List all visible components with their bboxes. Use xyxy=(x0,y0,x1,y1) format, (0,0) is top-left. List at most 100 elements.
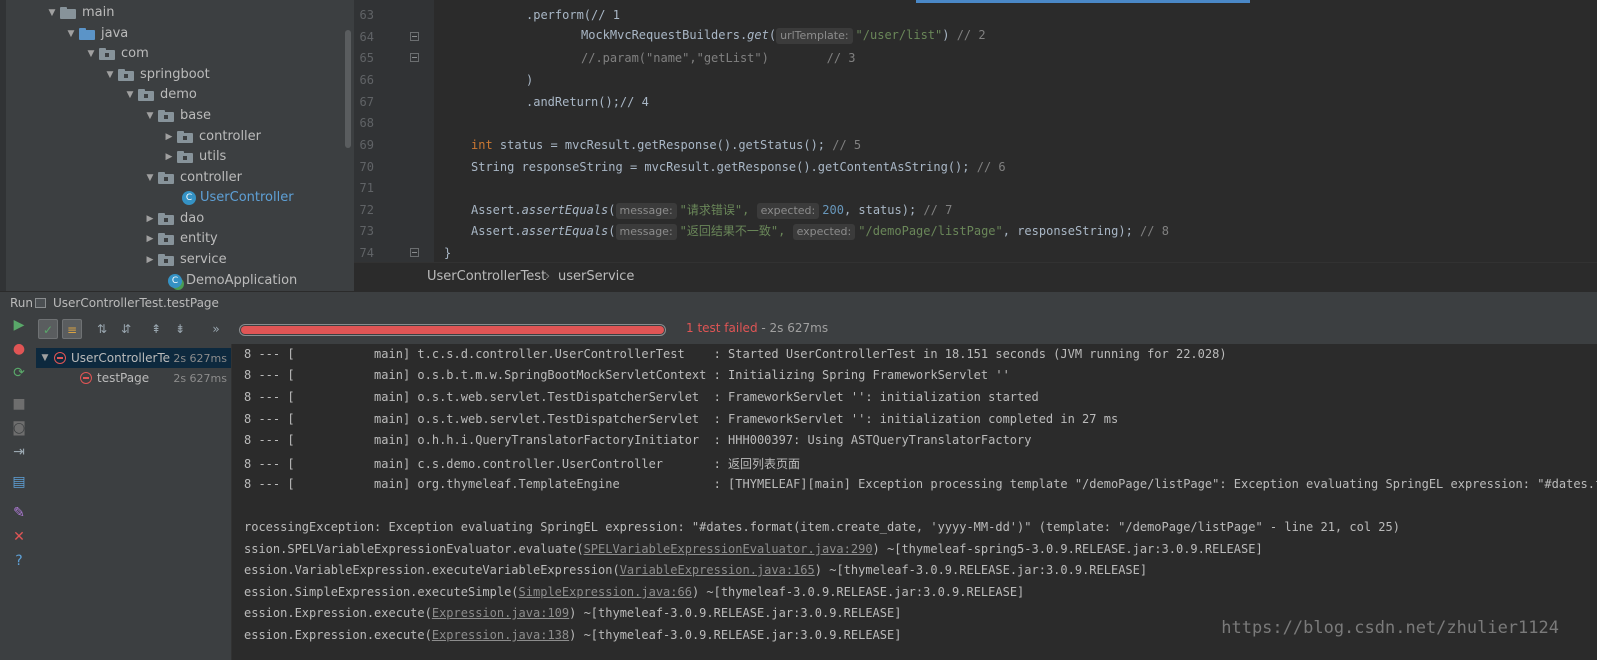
tree-item-com[interactable]: ▼ com xyxy=(83,43,149,64)
rerun-icon[interactable]: ▶ xyxy=(11,317,27,333)
stack-link[interactable]: Expression.java:138 xyxy=(432,628,569,642)
test-case-row[interactable]: testPage 2s 627ms xyxy=(36,368,231,388)
tree-item-main[interactable]: ▼ main xyxy=(44,2,115,23)
run-config-icon xyxy=(35,298,46,308)
line-number: 68 xyxy=(359,116,374,130)
collapsed-arrow-icon[interactable]: ▶ xyxy=(142,214,158,224)
package-icon xyxy=(158,253,174,266)
run-side-toolbar: ▶ ● ⟳ ■ ◙ ⇥ ▤ ✎ ✕ ? xyxy=(0,314,36,660)
package-icon xyxy=(158,171,174,184)
line-number: 67 xyxy=(359,95,374,109)
tree-item-label: java xyxy=(101,26,129,41)
expanded-arrow-icon[interactable]: ▼ xyxy=(142,173,158,183)
editor-gutter: 63 64 65 66 67 68 69 70 71 72 73 74 xyxy=(354,0,434,262)
line-number: 65 xyxy=(359,51,374,65)
param-hint: expected: xyxy=(756,203,820,219)
test-suite-row[interactable]: ▼ UserControllerTe 2s 627ms xyxy=(36,348,231,368)
test-duration: 2s 627ms xyxy=(173,351,227,365)
help-icon[interactable]: ? xyxy=(11,553,27,569)
tree-item-springboot[interactable]: ▼ springboot xyxy=(102,64,210,85)
console-line: 8 --- [ main] o.s.t.web.servlet.TestDisp… xyxy=(244,412,1119,426)
show-ignored-icon[interactable]: ≡ xyxy=(62,319,82,339)
expand-all-icon[interactable]: ⇞ xyxy=(146,319,166,339)
stack-link[interactable]: SimpleExpression.java:66 xyxy=(519,585,692,599)
collapsed-arrow-icon[interactable]: ▶ xyxy=(142,255,158,265)
stack-line: ession.Expression.execute(Expression.jav… xyxy=(244,606,902,620)
tree-item-label: demo xyxy=(160,87,197,102)
run-config-name[interactable]: UserControllerTest.testPage xyxy=(53,296,219,310)
close-icon[interactable]: ✕ xyxy=(11,529,27,545)
expanded-arrow-icon[interactable]: ▼ xyxy=(122,90,138,100)
console-line: 8 --- [ main] o.s.t.web.servlet.TestDisp… xyxy=(244,390,1039,404)
line-number: 74 xyxy=(359,246,374,260)
expanded-arrow-icon[interactable]: ▼ xyxy=(83,49,99,59)
stack-line: ession.VariableExpression.executeVariabl… xyxy=(244,563,1148,577)
tree-item-entity[interactable]: ▶ entity xyxy=(142,228,218,249)
show-passed-icon[interactable]: ✓ xyxy=(38,319,58,339)
more-actions-icon[interactable]: » xyxy=(206,319,226,339)
collapsed-arrow-icon[interactable]: ▶ xyxy=(142,234,158,244)
code-editor[interactable]: 63 64 65 66 67 68 69 70 71 72 73 74 .per… xyxy=(354,0,1597,262)
tree-item-demo[interactable]: ▼ demo xyxy=(122,84,197,105)
code-line-73: Assert.assertEquals(message: "返回结果不一致", e… xyxy=(471,224,1169,240)
expanded-arrow-icon[interactable]: ▼ xyxy=(44,8,60,18)
fold-marker-icon[interactable] xyxy=(410,248,419,257)
toggle-autotest-icon[interactable]: ⟳ xyxy=(11,365,27,381)
exit-icon[interactable]: ⇥ xyxy=(11,444,27,460)
test-name: UserControllerTe xyxy=(71,351,171,365)
tree-item-demoapplication[interactable]: C DemoApplication xyxy=(168,270,297,291)
stack-line: ession.SimpleExpression.executeSimple(Si… xyxy=(244,585,1025,599)
tree-item-usercontroller[interactable]: C UserController xyxy=(182,187,294,208)
expanded-arrow-icon[interactable]: ▼ xyxy=(63,29,79,39)
source-folder-icon xyxy=(79,27,95,40)
pin-icon[interactable]: ✎ xyxy=(11,505,27,521)
tree-item-dao[interactable]: ▶ dao xyxy=(142,208,205,229)
collapsed-arrow-icon[interactable]: ▶ xyxy=(161,132,177,142)
tree-item-java[interactable]: ▼ java xyxy=(63,23,129,44)
stack-line: ession.Expression.execute(Expression.jav… xyxy=(244,628,902,642)
fold-marker-icon[interactable] xyxy=(410,32,419,41)
package-icon xyxy=(138,88,154,101)
fold-marker-icon[interactable] xyxy=(410,53,419,62)
stack-link[interactable]: VariableExpression.java:165 xyxy=(620,563,815,577)
console-line: rocessingException: Exception evaluating… xyxy=(244,520,1400,534)
expanded-arrow-icon[interactable]: ▼ xyxy=(36,353,54,363)
class-icon: C xyxy=(182,190,196,205)
console-output[interactable]: 8 --- [ main] t.c.s.d.controller.UserCon… xyxy=(232,344,1597,660)
param-hint: message: xyxy=(615,203,677,219)
breadcrumb-member[interactable]: userService xyxy=(558,269,634,284)
camera-icon[interactable]: ◙ xyxy=(11,420,27,436)
test-progress-fill xyxy=(241,326,664,334)
console-line: 8 --- [ main] org.thymeleaf.TemplateEngi… xyxy=(244,477,1597,491)
tree-item-base[interactable]: ▼ base xyxy=(142,105,211,126)
tree-item-controller[interactable]: ▼ controller xyxy=(142,167,243,188)
expanded-arrow-icon[interactable]: ▼ xyxy=(102,70,118,80)
stop-icon[interactable]: ■ xyxy=(11,396,27,412)
tree-item-label: main xyxy=(82,5,115,20)
package-icon xyxy=(99,47,115,60)
sort-duration-icon[interactable]: ⇵ xyxy=(116,319,136,339)
tree-item-base-controller[interactable]: ▶ controller xyxy=(161,126,262,147)
expanded-arrow-icon[interactable]: ▼ xyxy=(142,111,158,121)
line-number: 73 xyxy=(359,224,374,238)
test-results-tree: ▼ UserControllerTe 2s 627ms testPage 2s … xyxy=(36,344,232,660)
stack-link[interactable]: Expression.java:109 xyxy=(432,606,569,620)
tree-scrollbar[interactable] xyxy=(345,30,351,148)
package-icon xyxy=(177,150,193,163)
sort-alpha-icon[interactable]: ⇅ xyxy=(92,319,112,339)
breadcrumb-class[interactable]: UserControllerTest xyxy=(427,269,546,284)
stack-link[interactable]: SPELVariableExpressionEvaluator.java:290 xyxy=(584,542,873,556)
test-status: 1 test failed - 2s 627ms xyxy=(686,321,829,335)
tree-item-label: com xyxy=(121,46,149,61)
tree-item-service[interactable]: ▶ service xyxy=(142,249,227,270)
tree-item-utils[interactable]: ▶ utils xyxy=(161,146,227,167)
folder-icon xyxy=(60,6,76,19)
collapse-all-icon[interactable]: ⇟ xyxy=(170,319,190,339)
code-line-70: String responseString = mvcResult.getRes… xyxy=(471,160,1006,174)
tree-item-label: service xyxy=(180,252,227,267)
layout-icon[interactable]: ▤ xyxy=(11,474,27,490)
collapsed-arrow-icon[interactable]: ▶ xyxy=(161,152,177,162)
run-panel-header: Run UserControllerTest.testPage xyxy=(0,291,1597,314)
rerun-failed-icon[interactable]: ● xyxy=(11,341,27,357)
package-icon xyxy=(158,212,174,225)
